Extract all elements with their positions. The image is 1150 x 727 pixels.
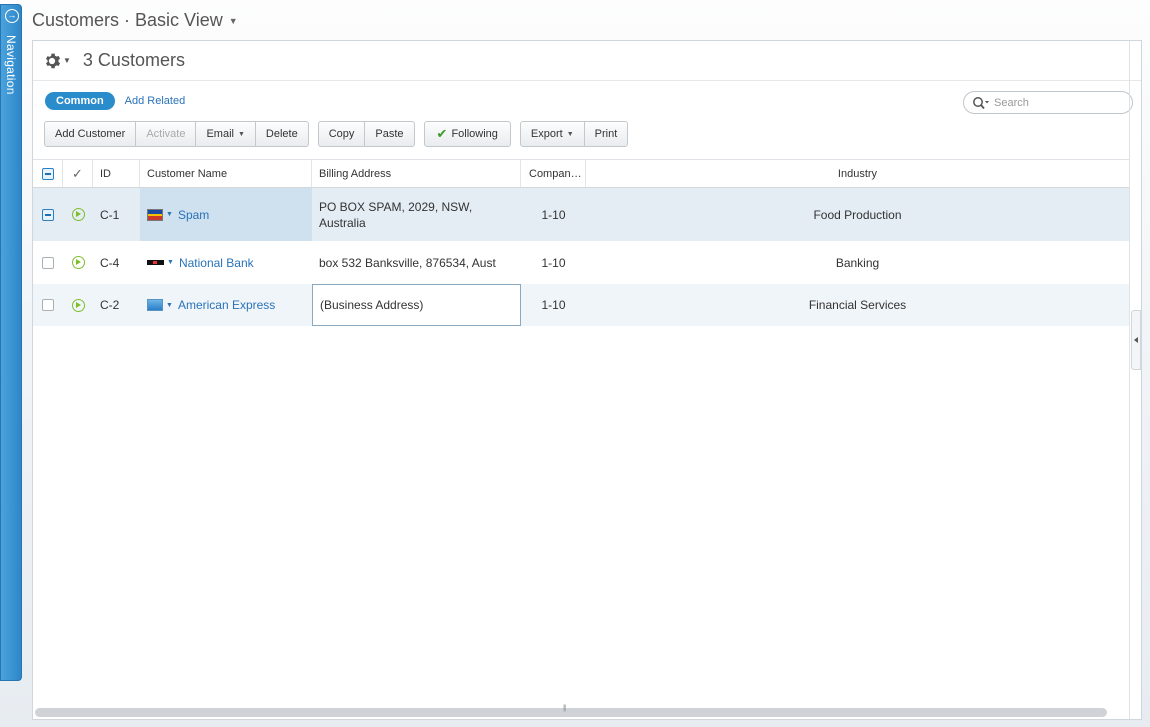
activity-column-header: ✓: [63, 160, 93, 187]
row-select-cell: [33, 241, 63, 284]
row-industry: Banking: [835, 255, 880, 270]
customers-grid: ✓ ID Customer Name Billing Address Compa…: [33, 159, 1129, 326]
email-button-label: Email: [206, 128, 234, 140]
delete-button[interactable]: Delete: [254, 121, 309, 147]
column-header-billing-address[interactable]: Billing Address: [312, 160, 521, 187]
customer-name-link[interactable]: American Express: [178, 298, 275, 312]
follow-group: ✔ Following: [423, 121, 511, 147]
side-panel-toggle[interactable]: [1131, 310, 1141, 370]
paste-button[interactable]: Paste: [364, 121, 415, 147]
chevron-down-icon[interactable]: ▼: [167, 259, 174, 266]
row-company-size: 1-10: [541, 207, 566, 222]
tab-bar: Common Add Related: [45, 92, 185, 110]
column-header-company-size[interactable]: Compan…: [521, 160, 586, 187]
chevron-down-icon[interactable]: ▼: [229, 16, 238, 26]
settings-menu[interactable]: ▼: [43, 52, 71, 70]
row-id: C-1: [100, 207, 120, 222]
clipboard-group: Copy Paste: [317, 121, 415, 147]
search-icon[interactable]: [972, 96, 990, 110]
gear-icon: [45, 53, 61, 68]
row-billing-address[interactable]: box 532 Banksville, 876534, Aust: [312, 241, 521, 284]
checkmark-icon: ✔: [436, 126, 448, 141]
row-checkbox[interactable]: [42, 299, 54, 311]
checkmark-icon: ✓: [72, 165, 83, 181]
row-customer-name-cell: ▼ National Bank: [140, 241, 312, 284]
copy-button[interactable]: Copy: [317, 121, 366, 147]
select-all-checkbox[interactable]: [41, 167, 54, 180]
grid-right-border: [1129, 41, 1130, 719]
row-company-size: 1-10: [541, 255, 566, 270]
export-button[interactable]: Export ▼: [519, 121, 585, 147]
page-title[interactable]: Customers · Basic View ▼: [32, 10, 238, 31]
row-industry: Financial Services: [808, 298, 907, 312]
row-billing-address[interactable]: PO BOX SPAM, 2029, NSW, Australia: [312, 188, 521, 241]
play-icon[interactable]: [71, 298, 85, 312]
toolbar: Add Customer Activate Email ▼ Delete Cop…: [44, 121, 629, 147]
row-select-cell: [33, 188, 63, 241]
chevron-down-icon: ▼: [566, 130, 574, 138]
row-activity-cell: [63, 188, 93, 241]
row-checkbox[interactable]: [42, 208, 54, 221]
grid-header: ✓ ID Customer Name Billing Address Compa…: [33, 159, 1129, 188]
panel-header: ▼ 3 Customers: [33, 41, 1141, 81]
play-icon[interactable]: [71, 256, 85, 269]
chevron-down-icon[interactable]: ▼: [166, 302, 173, 309]
column-header-customer-name[interactable]: Customer Name: [140, 160, 312, 187]
export-button-label: Export: [530, 128, 563, 140]
customer-name-link[interactable]: Spam: [178, 208, 209, 222]
main-panel: ▼ 3 Customers Common Add Related Add Cus…: [32, 40, 1142, 720]
spam-logo-icon: [147, 208, 163, 221]
row-id: C-4: [100, 255, 120, 270]
circle-arrow-icon: →: [5, 9, 19, 23]
row-industry: Food Production: [813, 207, 902, 222]
chevron-down-icon: ▼: [237, 130, 245, 138]
following-button[interactable]: ✔ Following: [423, 121, 511, 147]
page-title-text: Customers · Basic View: [32, 10, 223, 30]
tab-add-related[interactable]: Add Related: [125, 95, 186, 107]
row-activity-cell: [63, 241, 93, 284]
email-button[interactable]: Email ▼: [195, 121, 256, 147]
amex-logo-icon: [147, 299, 163, 311]
horizontal-scrollbar[interactable]: [35, 705, 1107, 717]
add-customer-button[interactable]: Add Customer: [44, 121, 137, 147]
navigation-panel-toggle[interactable]: → Navigation: [0, 4, 22, 681]
activate-button[interactable]: Activate: [135, 121, 197, 147]
row-customer-name-cell: ▼ Spam: [140, 188, 312, 241]
gear-caret-icon: ▼: [63, 56, 71, 65]
row-id: C-2: [100, 298, 120, 312]
column-header-industry[interactable]: Industry: [586, 160, 1129, 187]
row-activity-cell: [63, 284, 93, 326]
record-actions-group: Add Customer Activate Email ▼ Delete: [44, 121, 309, 147]
search-box[interactable]: [963, 91, 1133, 114]
row-customer-name-cell: ▼ American Express: [140, 284, 312, 326]
chevron-down-icon[interactable]: ▼: [166, 211, 173, 218]
select-all-cell: [33, 160, 63, 187]
table-row[interactable]: C-2 ▼ American Express (Business Address…: [33, 284, 1129, 326]
search-input[interactable]: [994, 96, 1114, 109]
row-company-size: 1-10: [541, 298, 566, 312]
navigation-label: Navigation: [4, 35, 18, 95]
customer-name-link[interactable]: National Bank: [179, 256, 254, 270]
play-icon[interactable]: [71, 208, 85, 221]
row-checkbox[interactable]: [42, 256, 54, 269]
following-button-label: Following: [451, 128, 498, 140]
row-select-cell: [33, 284, 63, 326]
billing-address-editor[interactable]: (Business Address): [312, 284, 521, 326]
output-group: Export ▼ Print: [519, 121, 629, 147]
panel-title: 3 Customers: [82, 50, 185, 70]
column-header-id[interactable]: ID: [93, 160, 140, 187]
print-button[interactable]: Print: [583, 121, 629, 147]
table-row[interactable]: C-1 ▼ Spam PO BOX SPAM, 2029, NSW, Austr…: [33, 188, 1129, 241]
bank-logo-icon: [147, 260, 164, 265]
tab-common[interactable]: Common: [45, 92, 115, 110]
table-row[interactable]: C-4 ▼ National Bank box 532 Banksville, …: [33, 241, 1129, 284]
